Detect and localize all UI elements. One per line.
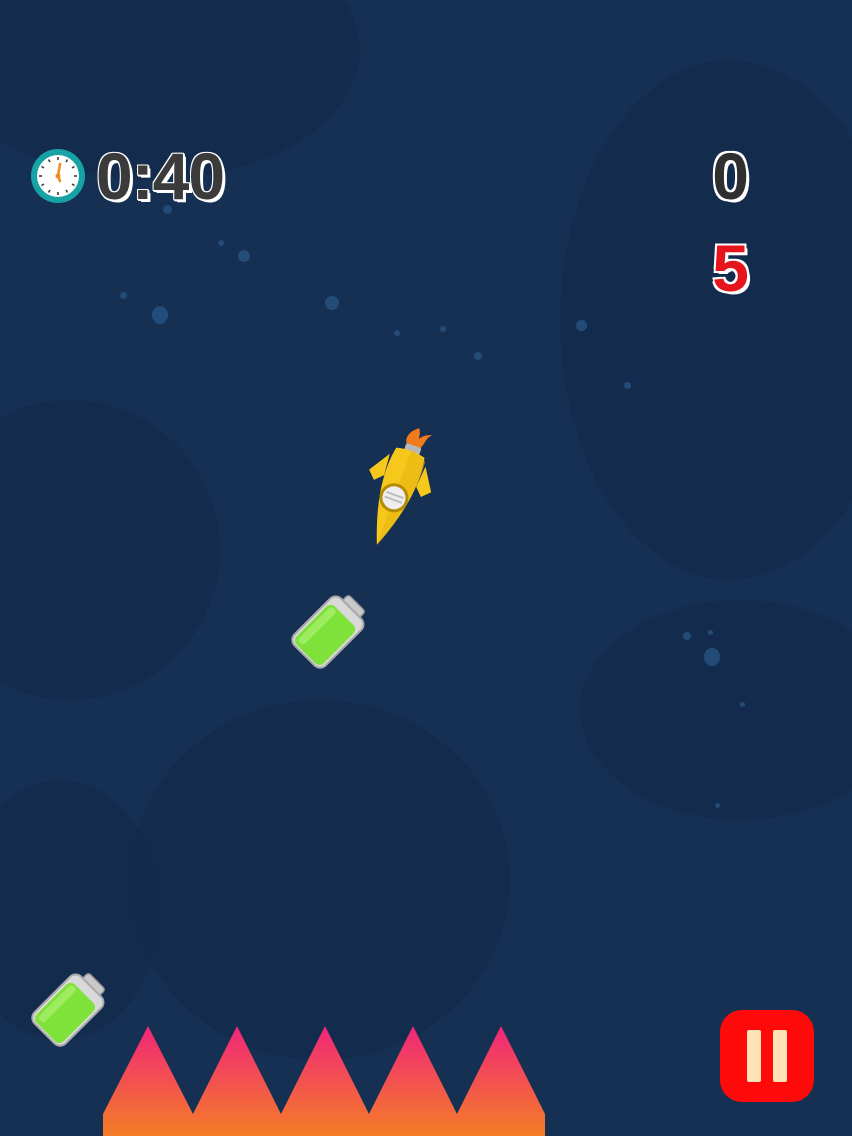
rocket-player[interactable] xyxy=(340,420,450,560)
background-bubble xyxy=(474,352,482,360)
background-bubble xyxy=(152,306,168,324)
spikes-hazard xyxy=(103,1026,545,1136)
background-bubble xyxy=(708,630,713,635)
background-bubble xyxy=(683,632,691,640)
score-counter: 0 xyxy=(712,139,749,213)
background-bubble xyxy=(394,330,400,336)
background-bubble xyxy=(740,702,745,707)
timer: 0:40 xyxy=(30,138,225,214)
background-bubble xyxy=(440,326,446,332)
pause-button[interactable] xyxy=(720,1010,814,1102)
background-bubble xyxy=(576,320,587,331)
background-blob xyxy=(0,400,220,700)
game-canvas[interactable]: 0:40 0 5 xyxy=(0,0,852,1136)
background-bubble xyxy=(238,250,250,262)
background-blob xyxy=(130,700,510,1060)
background-bubble xyxy=(624,382,631,389)
background-bubble xyxy=(120,292,127,299)
background-bubble xyxy=(715,803,720,808)
background-bubble xyxy=(325,296,339,310)
timer-text: 0:40 xyxy=(96,139,225,213)
lives-counter: 5 xyxy=(712,231,749,305)
stopwatch-icon xyxy=(31,149,85,203)
background-bubble xyxy=(218,240,224,246)
pause-icon xyxy=(747,1030,761,1082)
background-blob xyxy=(580,600,852,820)
background-bubble xyxy=(704,648,720,666)
battery-pickup xyxy=(31,973,105,1047)
battery-pickup xyxy=(291,595,365,669)
background-blob xyxy=(560,60,852,580)
pause-icon xyxy=(773,1030,787,1082)
